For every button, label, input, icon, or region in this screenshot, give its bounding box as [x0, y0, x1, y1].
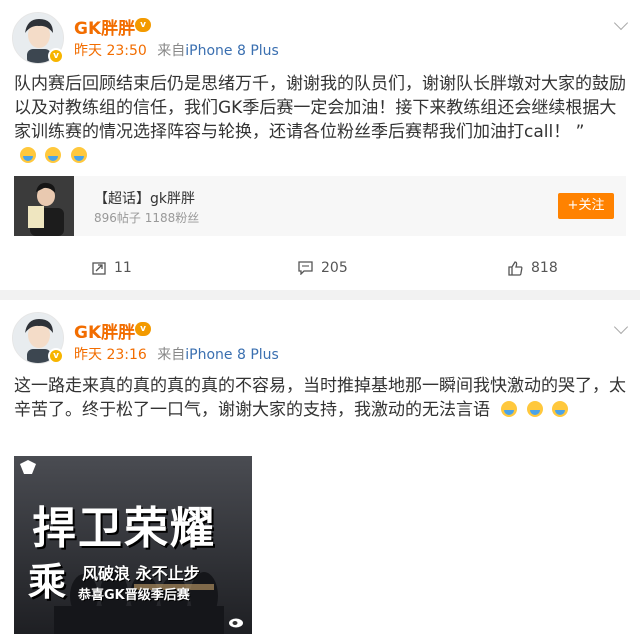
post-text: 队内赛后回顾结束后仍是思绪万千，谢谢我的队员们，谢谢队长胖墩对大家的鼓励以及对教…: [14, 72, 630, 168]
post-meta: 昨天 23:50 来自iPhone 8 Plus: [74, 40, 279, 60]
like-button[interactable]: 818: [508, 260, 558, 276]
crying-emoji-icon: [552, 401, 569, 417]
verified-badge-icon: v: [48, 348, 64, 364]
device-link[interactable]: iPhone 8 Plus: [185, 347, 279, 363]
supertopic-thumbnail: [14, 176, 74, 236]
image-line1: 风破浪 永不止步: [82, 564, 200, 583]
post-time[interactable]: 昨天 23:16: [74, 347, 147, 363]
post-text-content: 队内赛后回顾结束后仍是思绪万千，谢谢我的队员们，谢谢队长胖墩对大家的鼓励以及对教…: [14, 74, 626, 142]
crying-emoji-icon: [20, 147, 36, 163]
crying-emoji-icon: [45, 147, 62, 163]
image-line2: 恭喜GK晋级季后赛: [78, 588, 190, 603]
vip-icon: v: [135, 322, 151, 336]
image-headline: 捍卫荣耀: [32, 503, 216, 554]
supertopic-stats: 896帖子 1188粉丝: [94, 211, 200, 225]
verified-badge-icon: v: [48, 48, 64, 64]
crying-emoji-icon: [526, 401, 543, 417]
comment-count: 205: [321, 260, 348, 276]
post-text: 这一路走来真的真的真的真的不容易，当时推掉基地那一瞬间我快激动的哭了，太辛苦了。…: [14, 374, 630, 422]
post-image[interactable]: 捍卫荣耀 乘 风破浪 永不止步 恭喜GK晋级季后赛: [14, 456, 252, 634]
weibo-post: v GK胖胖 v 昨天 23:50 来自iPhone 8 Plus 队内赛后回顾…: [0, 0, 640, 290]
emoji-group: [501, 398, 572, 422]
repost-count: 11: [114, 260, 132, 276]
more-chevron-icon[interactable]: [613, 15, 629, 31]
action-bar: 11 205 818: [0, 254, 640, 284]
source-label: 来自: [157, 43, 186, 59]
thumbs-up-icon: [508, 260, 523, 276]
crying-emoji-icon: [70, 147, 87, 163]
like-count: 818: [531, 260, 558, 276]
supertopic-title[interactable]: 【超话】gk胖胖: [94, 188, 195, 208]
source-label: 来自: [157, 347, 186, 363]
comment-button[interactable]: 205: [298, 260, 348, 276]
username[interactable]: GK胖胖: [74, 14, 135, 39]
vip-icon: v: [135, 18, 151, 32]
crying-emoji-icon: [501, 401, 518, 417]
post-time[interactable]: 昨天 23:50: [74, 43, 147, 59]
device-link[interactable]: iPhone 8 Plus: [185, 43, 279, 59]
username[interactable]: GK胖胖: [74, 318, 135, 343]
comment-icon: [298, 261, 313, 275]
image-big-char: 乘: [28, 559, 67, 604]
weibo-watermark-icon: [229, 618, 243, 628]
post-meta: 昨天 23:16 来自iPhone 8 Plus: [74, 344, 279, 364]
emoji-group: [20, 144, 91, 168]
supertopic-card[interactable]: 【超话】gk胖胖 896帖子 1188粉丝 +关注: [14, 176, 626, 236]
repost-button[interactable]: 11: [92, 260, 132, 276]
follow-button[interactable]: +关注: [558, 193, 614, 219]
repost-icon: [92, 262, 106, 275]
